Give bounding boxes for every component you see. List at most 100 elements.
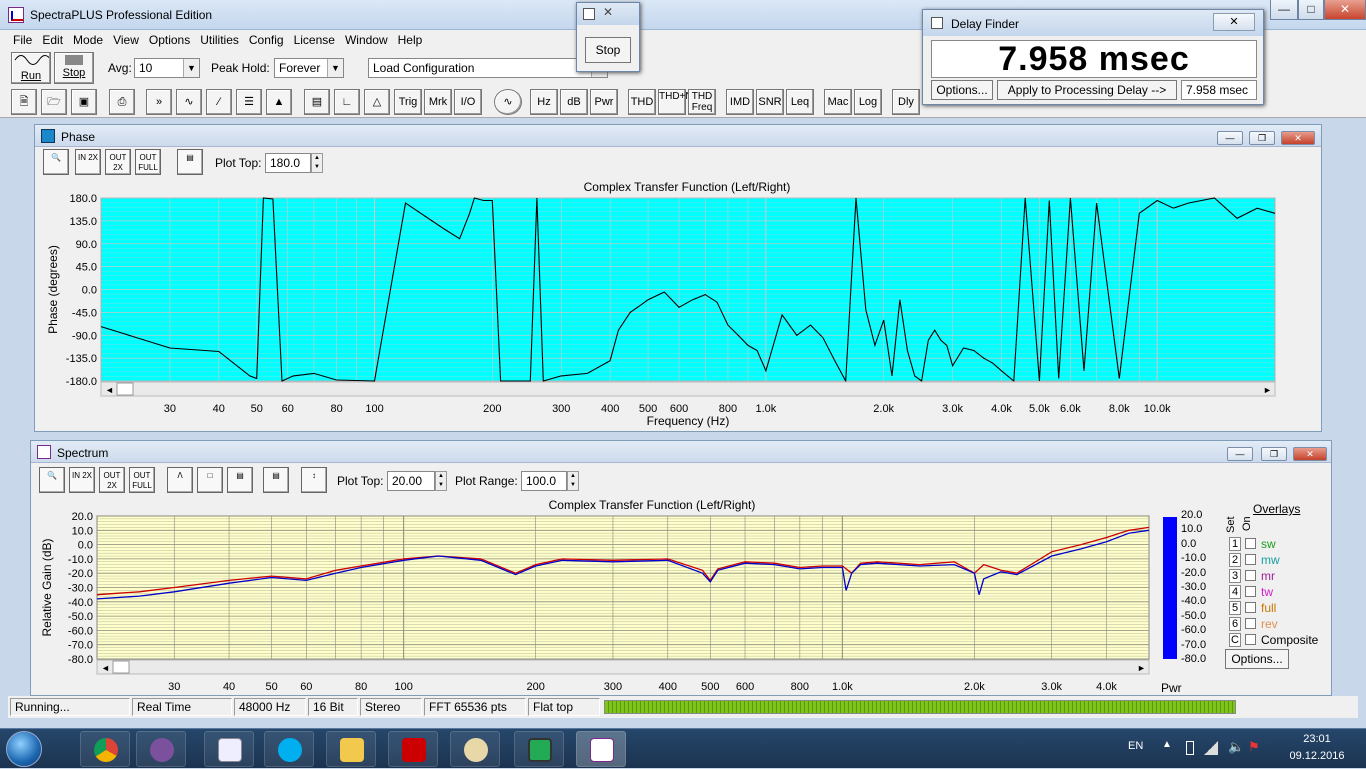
waveform-icon[interactable]: ∿ (176, 89, 202, 115)
delay-options-button[interactable]: Options... (931, 80, 993, 100)
print-icon[interactable]: ⎙ (109, 89, 135, 115)
phase-icon[interactable]: ∕ (206, 89, 232, 115)
new-file-icon[interactable]: 🗎 (11, 89, 37, 115)
scroll-left-icon[interactable]: ◄ (105, 385, 114, 395)
overlay-checkbox[interactable] (1245, 618, 1256, 629)
leq-button[interactable]: Leq (786, 89, 814, 115)
thd-n-button[interactable]: THD+N (658, 89, 693, 115)
tray-expand-icon[interactable]: ▲ (1162, 739, 1172, 750)
action-center-icon[interactable]: ⚑ (1248, 739, 1260, 755)
close-button[interactable]: ✕ (1324, 0, 1366, 20)
menu-file[interactable]: File (8, 31, 37, 49)
db-button[interactable]: dB (560, 89, 588, 115)
overlay-checkbox[interactable] (1245, 602, 1256, 613)
taskbar-viber[interactable] (136, 731, 186, 767)
start-button[interactable] (6, 731, 42, 767)
hz-button[interactable]: Hz (530, 89, 558, 115)
overlay-set-button[interactable]: 3 (1229, 569, 1241, 583)
menu-view[interactable]: View (108, 31, 144, 49)
fast-forward-icon[interactable]: » (146, 89, 172, 115)
menu-utilities[interactable]: Utilities (195, 31, 244, 49)
taskbar-skype[interactable] (264, 731, 314, 767)
overlay-set-button[interactable]: 2 (1229, 553, 1241, 567)
log-button[interactable]: Log (854, 89, 882, 115)
scrollbar-thumb[interactable] (116, 382, 134, 396)
signal-generator-icon[interactable]: △ (364, 89, 390, 115)
snr-button[interactable]: SNR (756, 89, 784, 115)
stop-window-button[interactable]: Stop (585, 37, 631, 63)
maximize-button[interactable]: □ (1298, 0, 1324, 20)
trig-button[interactable]: Trig (394, 89, 422, 115)
peak-hold-select[interactable]: Forever ▼ (274, 58, 344, 78)
language-indicator[interactable]: EN (1128, 740, 1143, 752)
overlays-options-button[interactable]: Options... (1225, 649, 1289, 669)
menu-mode[interactable]: Mode (68, 31, 108, 49)
3d-surface-icon[interactable]: ▲ (266, 89, 292, 115)
spectrum-restore-button[interactable]: ❐ (1261, 447, 1287, 461)
clock-date[interactable]: 09.12.2016 (1282, 750, 1352, 762)
scrollbar-track[interactable] (96, 659, 1150, 675)
scroll-right-icon[interactable]: ► (1137, 663, 1146, 673)
minimize-button[interactable]: — (1270, 0, 1298, 20)
scroll-left-icon[interactable]: ◄ (101, 663, 110, 673)
menu-edit[interactable]: Edit (37, 31, 68, 49)
taskbar-monitor-app[interactable] (514, 731, 564, 767)
taskbar-chrome[interactable] (80, 731, 130, 767)
phase-window: Phase — ❐ ✕ 🔍 IN 2X OUT 2X OUT FULL ▤ Pl… (34, 124, 1322, 432)
overlay-set-button[interactable]: 6 (1229, 617, 1241, 631)
taskbar-spectraplus[interactable] (576, 731, 626, 767)
oscilloscope-icon[interactable]: ∿ (494, 89, 522, 115)
dly-button[interactable]: Dly (892, 89, 920, 115)
stop-button[interactable]: Stop (54, 52, 94, 84)
overlay-checkbox[interactable] (1245, 634, 1256, 645)
taskbar-document[interactable] (204, 731, 254, 767)
clock-time[interactable]: 23:01 (1282, 733, 1352, 745)
scroll-right-icon[interactable]: ► (1263, 385, 1272, 395)
overlay-checkbox[interactable] (1245, 554, 1256, 565)
taskbar-explorer[interactable] (326, 731, 376, 767)
settings-panel-icon[interactable]: ▤ (304, 89, 330, 115)
imd-button[interactable]: IMD (726, 89, 754, 115)
overlay-checkbox[interactable] (1245, 586, 1256, 597)
run-button[interactable]: Run (11, 52, 52, 84)
spectrum-close-button[interactable]: ✕ (1293, 447, 1327, 461)
overlay-checkbox[interactable] (1245, 570, 1256, 581)
open-folder-icon[interactable]: 🗁 (41, 89, 67, 115)
thd-freq-button[interactable]: THD Freq (688, 89, 716, 115)
peak-hold-label: Peak Hold: (211, 61, 270, 75)
thd-button[interactable]: THD (628, 89, 656, 115)
configuration-select[interactable]: Load Configuration▼ (368, 58, 608, 78)
overlay-set-button[interactable]: 5 (1229, 601, 1241, 615)
network-icon[interactable] (1204, 741, 1218, 755)
menu-help[interactable]: Help (393, 31, 428, 49)
overlay-set-button[interactable]: 1 (1229, 537, 1241, 551)
menu-options[interactable]: Options (144, 31, 195, 49)
battery-icon[interactable] (1186, 741, 1194, 755)
pwr-button[interactable]: Pwr (590, 89, 618, 115)
io-button[interactable]: I/O (454, 89, 482, 115)
apply-processing-delay-button[interactable]: Apply to Processing Delay --> (997, 80, 1177, 100)
delay-finder-close-button[interactable]: ✕ (1213, 13, 1255, 31)
volume-muted-icon[interactable]: 🔈 (1228, 739, 1244, 755)
mac-button[interactable]: Mac (824, 89, 852, 115)
chart-axes-icon[interactable]: ∟ (334, 89, 360, 115)
scrollbar-thumb[interactable] (112, 660, 130, 674)
taskbar-paint[interactable] (450, 731, 500, 767)
spectrum-plot[interactable]: 20.010.00.0-10.0-20.0-30.0-40.0-50.0-60.… (31, 441, 1251, 695)
menu-window[interactable]: Window (340, 31, 393, 49)
mrk-button[interactable]: Mrk (424, 89, 452, 115)
phase-plot[interactable]: 180.0 135.0 90.0 45.0 0.0 -45.0 -90.0 -135.0 -18… (35, 125, 1321, 431)
spectrogram-icon[interactable]: ☰ (236, 89, 262, 115)
avg-select[interactable]: 10 ▼ (134, 58, 200, 78)
overlay-set-button[interactable]: C (1229, 633, 1241, 647)
scrollbar-track[interactable] (100, 381, 1276, 397)
menu-license[interactable]: License (289, 31, 340, 49)
plot-scrollbar[interactable]: ◄ ► (96, 659, 1150, 675)
overlay-checkbox[interactable] (1245, 538, 1256, 549)
overlay-set-button[interactable]: 4 (1229, 585, 1241, 599)
save-icon[interactable]: ▣ (71, 89, 97, 115)
plot-scrollbar[interactable]: ◄ ► (100, 381, 1276, 397)
stop-window-close-icon[interactable]: ✕ (603, 5, 613, 19)
taskbar-acrobat[interactable] (388, 731, 438, 767)
menu-config[interactable]: Config (244, 31, 289, 49)
